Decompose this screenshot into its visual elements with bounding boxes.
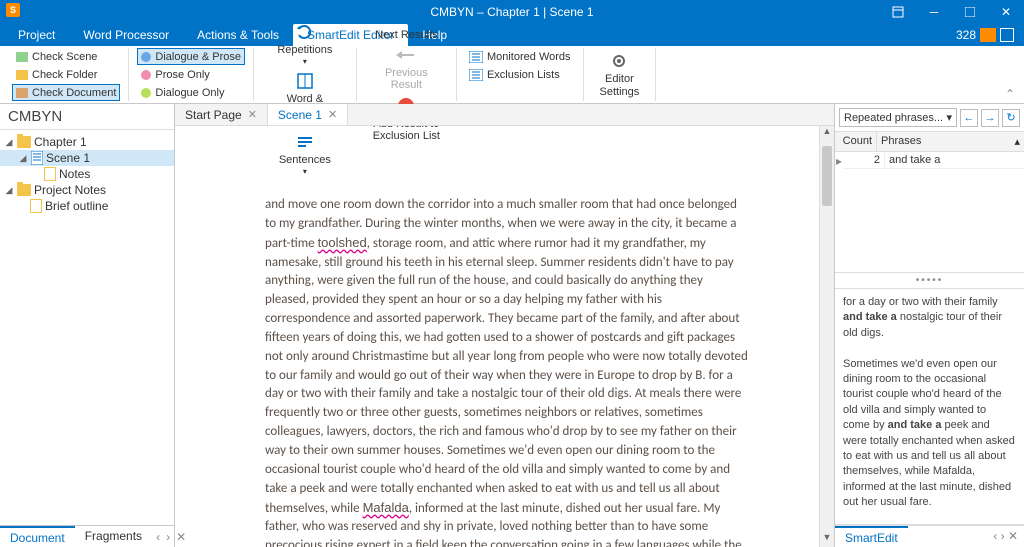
run-group: Run all Checks Repetitions▾ Word & Phras… (254, 48, 357, 101)
exclusion-lists-button[interactable]: Exclusion Lists (465, 66, 564, 83)
scroll-thumb[interactable] (822, 146, 832, 206)
chevron-down-icon: ▾ (946, 111, 952, 124)
text-editor[interactable]: and move one room down the corridor into… (175, 126, 819, 547)
monitored-words-button[interactable]: Monitored Words (465, 48, 575, 65)
results-type-dropdown[interactable]: Repeated phrases...▾ (839, 108, 957, 127)
window-title: CMBYN – Chapter 1 | Scene 1 (430, 5, 593, 19)
ribbon-display-button[interactable] (880, 0, 916, 24)
editor-settings-button[interactable]: Editor Settings (592, 49, 648, 99)
check-folder-button[interactable]: Check Folder (12, 66, 120, 83)
sort-asc-icon: ▴ (1014, 135, 1020, 148)
nav-next-icon[interactable]: › (166, 530, 170, 544)
tree-chapter-1[interactable]: ◢Chapter 1 (0, 134, 174, 150)
gear-icon (609, 51, 629, 71)
panel-separator[interactable]: ••••• (835, 272, 1024, 289)
results-row[interactable]: 2 and take a (843, 152, 1024, 169)
tree-brief-outline[interactable]: Brief outline (0, 198, 174, 214)
doc-tab-scene-1[interactable]: Scene 1✕ (268, 104, 348, 125)
check-scene-button[interactable]: Check Scene (12, 48, 120, 65)
nav-next-icon[interactable]: › (1001, 529, 1005, 543)
results-grid-header: Count Phrases▴ (835, 132, 1024, 152)
close-button[interactable]: ✕ (988, 0, 1024, 24)
result-next-button[interactable]: → (981, 109, 999, 127)
tab-fragments[interactable]: Fragments (75, 526, 152, 547)
preview-snippet-2: Sometimes we'd even open our dining room… (843, 357, 1016, 511)
dialogue-prose-group: Dialogue & Prose Prose Only Dialogue Onl… (129, 48, 254, 101)
wordcount-area: 328 (950, 24, 1020, 46)
right-panel-tabs: SmartEdit ‹ › ✕ (835, 525, 1024, 547)
tab-smartedit[interactable]: SmartEdit (835, 526, 908, 547)
navigator-panel: CMBYN ◢Chapter 1 ◢Scene 1 Notes ◢Project… (0, 104, 175, 547)
titlebar: S CMBYN – Chapter 1 | Scene 1 ─ ✕ (0, 0, 1024, 24)
col-phrases[interactable]: Phrases▴ (877, 132, 1024, 151)
result-refresh-button[interactable]: ↻ (1002, 109, 1020, 127)
list-icon (469, 69, 483, 81)
page-icon (30, 199, 42, 213)
scene-icon (31, 151, 43, 165)
navigate-results-group: Next Results Previous Result Add Result … (357, 48, 457, 101)
arrow-left-icon (396, 45, 416, 65)
previous-result-button: Previous Result (377, 43, 436, 93)
row-handle-icon: ▸ (835, 152, 843, 169)
row-count: 2 (843, 152, 885, 168)
close-panel-icon[interactable]: ✕ (1008, 529, 1018, 543)
folder-icon (17, 184, 31, 196)
results-preview: for a day or two with their family and t… (835, 289, 1024, 525)
menubar: Project Word Processor Actions & Tools S… (0, 24, 1024, 46)
maximize-button[interactable] (952, 0, 988, 24)
menu-project[interactable]: Project (4, 24, 69, 46)
app-icon: S (6, 3, 20, 17)
col-count[interactable]: Count (835, 132, 877, 151)
nav-prev-icon[interactable]: ‹ (156, 530, 160, 544)
page-icon (44, 167, 56, 181)
doc-tab-start-page[interactable]: Start Page✕ (175, 104, 268, 125)
folder-icon (17, 136, 31, 148)
lists-group: Monitored Words Exclusion Lists (457, 48, 584, 101)
wordcount-box-icon[interactable] (1000, 28, 1014, 42)
nav-prev-icon[interactable]: ‹ (993, 529, 997, 543)
project-tree[interactable]: ◢Chapter 1 ◢Scene 1 Notes ◢Project Notes… (0, 130, 174, 525)
tree-scene-1[interactable]: ◢Scene 1 (0, 150, 174, 166)
smartedit-panel: Repeated phrases...▾ ← → ↻ Count Phrases… (834, 104, 1024, 547)
settings-group: Editor Settings (584, 48, 657, 101)
scroll-down-icon[interactable]: ▼ (820, 532, 834, 547)
row-phrase: and take a (885, 152, 1024, 168)
document-tabs: Start Page✕ Scene 1✕ (175, 104, 834, 126)
book-icon (295, 71, 315, 91)
wordcount-value: 328 (956, 28, 976, 42)
dropdown-caret-icon: ▾ (303, 58, 307, 67)
result-prev-button[interactable]: ← (960, 109, 978, 127)
preview-snippet-1: for a day or two with their family and t… (843, 295, 1016, 341)
tree-project-notes[interactable]: ◢Project Notes (0, 182, 174, 198)
list-icon (469, 51, 483, 63)
repeat-icon (295, 22, 315, 42)
navigator-tabs: Document Fragments ‹›✕ (0, 525, 174, 547)
tree-notes[interactable]: Notes (0, 166, 174, 182)
scroll-up-icon[interactable]: ▲ (820, 126, 834, 141)
flag-icon[interactable] (980, 28, 996, 42)
results-grid[interactable]: ▸ 2 and take a (835, 152, 1024, 272)
editor-area: Start Page✕ Scene 1✕ and move one room d… (175, 104, 834, 547)
vertical-scrollbar[interactable]: ▲ ▼ (819, 126, 834, 547)
prose-only-button[interactable]: Prose Only (137, 66, 245, 83)
dialogue-and-prose-button[interactable]: Dialogue & Prose (137, 48, 245, 65)
check-document-button[interactable]: Check Document (12, 84, 120, 101)
ribbon-collapse-icon[interactable]: ⌃ (1000, 48, 1020, 101)
menu-word-processor[interactable]: Word Processor (69, 24, 183, 46)
ribbon: Check Scene Check Folder Check Document … (0, 46, 1024, 104)
close-tab-icon[interactable]: ✕ (328, 108, 337, 121)
tab-document[interactable]: Document (0, 526, 75, 547)
close-tab-icon[interactable]: ✕ (248, 108, 257, 121)
check-scope-group: Check Scene Check Folder Check Document (4, 48, 129, 101)
repetitions-button[interactable]: Repetitions▾ (269, 20, 340, 69)
project-title: CMBYN (0, 104, 174, 130)
minimize-button[interactable]: ─ (916, 0, 952, 24)
dialogue-only-button[interactable]: Dialogue Only (137, 84, 245, 101)
